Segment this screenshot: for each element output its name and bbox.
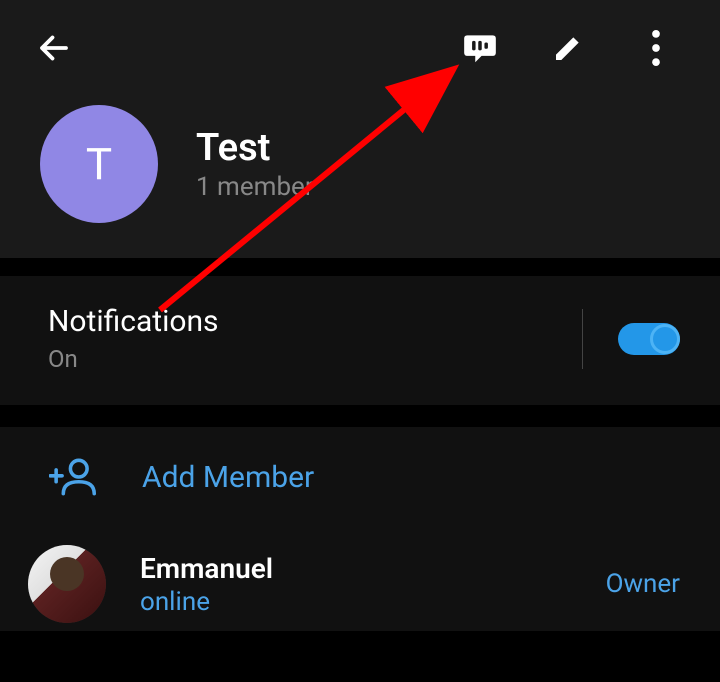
group-avatar-letter: T: [86, 138, 112, 190]
notifications-label: Notifications: [48, 304, 582, 339]
pencil-icon: [552, 32, 584, 64]
toolbar: [0, 0, 720, 95]
more-vertical-icon: [652, 30, 660, 66]
more-button[interactable]: [622, 24, 690, 72]
member-avatar: [28, 545, 106, 623]
back-button[interactable]: [30, 24, 78, 72]
notifications-toggle[interactable]: [618, 323, 680, 355]
notifications-text: Notifications On: [48, 304, 582, 373]
voice-chat-icon: [461, 29, 499, 67]
member-name: Emmanuel: [140, 552, 606, 585]
members-section: Add Member Emmanuel online Owner: [0, 427, 720, 631]
member-details: Emmanuel online: [140, 552, 606, 617]
header-section: T Test 1 member: [0, 0, 720, 258]
group-avatar[interactable]: T: [40, 105, 158, 223]
member-row[interactable]: Emmanuel online Owner: [0, 527, 720, 631]
voice-chat-button[interactable]: [446, 24, 514, 72]
add-person-icon: [49, 457, 99, 497]
notifications-row[interactable]: Notifications On: [0, 276, 720, 405]
edit-button[interactable]: [534, 24, 602, 72]
add-member-label: Add Member: [142, 460, 314, 495]
group-name: Test: [196, 126, 314, 170]
arrow-left-icon: [36, 30, 72, 66]
member-status: online: [140, 587, 606, 617]
member-role: Owner: [606, 569, 680, 599]
add-member-button[interactable]: Add Member: [0, 427, 720, 527]
divider: [582, 309, 583, 369]
toggle-knob: [650, 324, 680, 354]
group-details: Test 1 member: [196, 126, 314, 202]
group-member-count: 1 member: [196, 172, 314, 202]
avatar-image: [28, 545, 106, 623]
group-info: T Test 1 member: [0, 95, 720, 258]
add-member-icon-wrap: [48, 457, 100, 497]
notifications-value: On: [48, 345, 582, 373]
